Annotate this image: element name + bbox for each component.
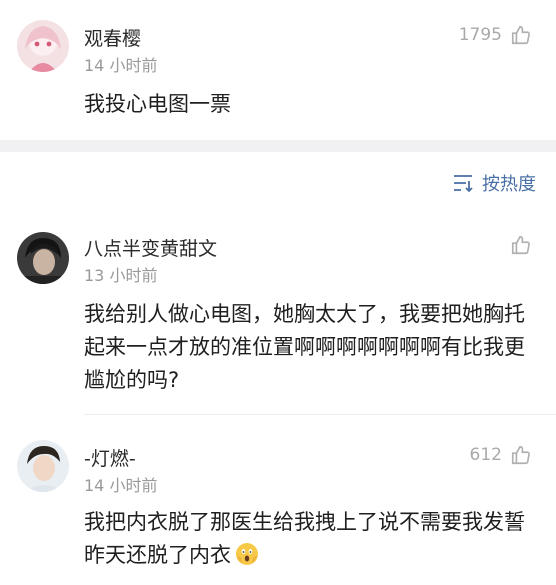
like-button[interactable]: 612 (470, 444, 532, 466)
scream-emoji-icon (236, 543, 258, 565)
comment-item: 观春樱 14 小时前 1795 我投心电图一票 (0, 0, 556, 140)
comment-text: 我给别人做心电图，她胸太大了，我要把她胸托起来一点才放的准位置啊啊啊啊啊啊啊有比… (84, 302, 525, 392)
username[interactable]: -灯燃- (84, 444, 136, 471)
thumbs-up-icon (511, 235, 530, 255)
timestamp: 13 小时前 (84, 266, 158, 285)
sort-button[interactable]: 按热度 (452, 170, 536, 196)
section-divider (0, 140, 556, 152)
like-count: 612 (469, 445, 502, 465)
like-button[interactable]: 1795 (459, 24, 532, 46)
comment-text-content: 我把内衣脱了那医生给我拽上了说不需要我发誓昨天还脱了内衣 (84, 510, 525, 567)
username[interactable]: 八点半变黄甜文 (84, 234, 217, 261)
like-button[interactable] (502, 234, 532, 256)
thumbs-up-icon (511, 25, 530, 45)
sort-icon (454, 175, 473, 193)
avatar[interactable] (17, 232, 69, 284)
avatar[interactable] (17, 440, 69, 492)
comment-text: 我投心电图一票 (84, 92, 231, 116)
comment-text: 我把内衣脱了那医生给我拽上了说不需要我发誓昨天还脱了内衣 (84, 506, 534, 572)
like-count: 1795 (458, 25, 502, 45)
username[interactable]: 观春樱 (84, 24, 141, 51)
comment-item: 八点半变黄甜文 13 小时前 我给别人做心电图，她胸太大了，我要把她胸托起来一点… (0, 218, 556, 414)
thumbs-up-icon (511, 445, 530, 465)
comment-item: -灯燃- 14 小时前 612 我把内衣脱了那医生给我拽上了说不需要我发誓昨天还… (0, 424, 556, 585)
timestamp: 14 小时前 (84, 56, 158, 75)
timestamp: 14 小时前 (84, 476, 158, 495)
comment-divider (84, 414, 556, 415)
avatar[interactable] (17, 20, 69, 72)
sort-label: 按热度 (482, 174, 536, 195)
